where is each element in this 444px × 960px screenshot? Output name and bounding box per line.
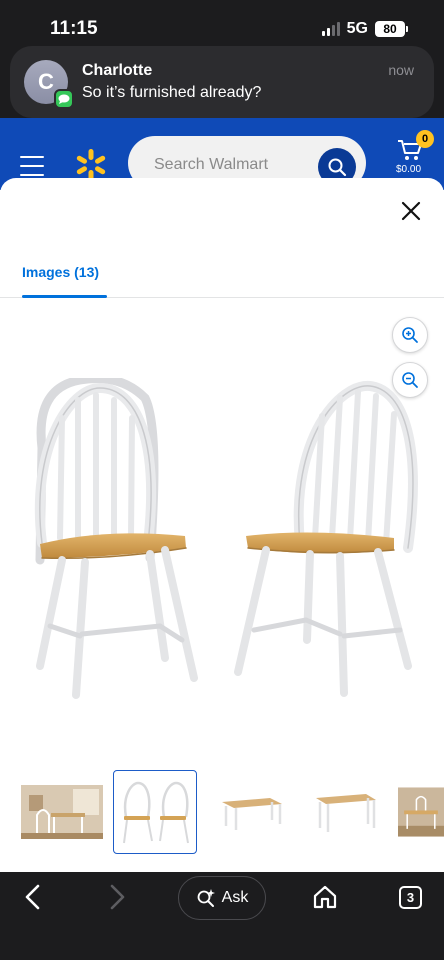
cart-count-badge: 0	[416, 130, 434, 148]
cart-total: $0.00	[396, 164, 422, 175]
tab-active-indicator	[22, 295, 107, 298]
notification-message: So it’s furnished already?	[82, 84, 262, 101]
close-icon[interactable]	[398, 198, 424, 224]
right-chair	[234, 380, 418, 697]
thumbnail-two-chairs[interactable]	[113, 770, 197, 854]
zoom-in-icon	[402, 327, 418, 343]
zoom-in-button[interactable]	[392, 317, 428, 353]
thumbnail-bench[interactable]	[210, 770, 294, 854]
cellular-signal-icon	[321, 22, 340, 36]
thumbnail-dining-room[interactable]	[20, 770, 104, 854]
notification-time: now	[388, 62, 414, 78]
forward-arrow-icon[interactable]	[106, 884, 128, 910]
notification-sender: Charlotte	[82, 62, 153, 79]
ask-button[interactable]: Ask	[178, 876, 266, 920]
status-time: 11:15	[50, 18, 98, 39]
search-icon	[328, 158, 347, 177]
search-placeholder: Search Walmart	[154, 156, 269, 173]
home-icon[interactable]	[312, 884, 338, 910]
browser-toolbar: Ask 3	[0, 872, 444, 960]
left-chair	[34, 378, 198, 699]
ask-sparkle-icon	[197, 889, 215, 907]
thumbnail-strip	[0, 770, 444, 854]
battery-icon: 80	[375, 21, 408, 37]
gallery-tabs: Images (13)	[0, 248, 444, 298]
tab-images[interactable]: Images (13)	[22, 264, 99, 280]
battery-level: 80	[375, 21, 405, 37]
walmart-spark-icon[interactable]	[74, 148, 108, 182]
back-arrow-icon[interactable]	[22, 884, 44, 910]
messages-app-icon	[54, 89, 74, 109]
product-image	[34, 378, 418, 699]
thumbnail-dining-set[interactable]	[398, 770, 444, 854]
ask-label: Ask	[221, 889, 249, 906]
network-type: 5G	[346, 20, 368, 37]
message-notification[interactable]: C Charlotte So it’s furnished already? n…	[10, 46, 434, 118]
tabs-button[interactable]: 3	[399, 886, 422, 909]
status-indicators: 5G 80	[321, 20, 408, 38]
menu-icon[interactable]	[20, 156, 44, 176]
image-gallery-sheet: Images (13)	[0, 178, 444, 872]
thumbnail-table[interactable]	[303, 770, 387, 854]
cart-button[interactable]: 0 $0.00	[396, 130, 434, 182]
